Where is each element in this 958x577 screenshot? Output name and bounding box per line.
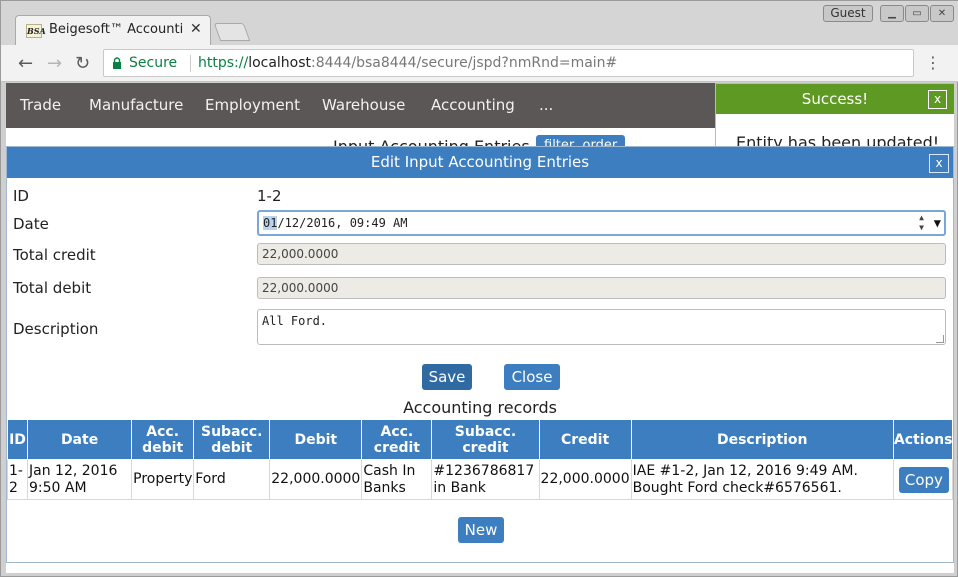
- url-host: localhost: [248, 55, 312, 71]
- date-rest: /12/2016, 09:49 AM: [277, 216, 408, 230]
- nav-item-accounting[interactable]: Accounting: [431, 96, 515, 114]
- cell-acc-debit: Property: [131, 459, 195, 500]
- date-spinner-icon[interactable]: ▲ ▼: [919, 213, 924, 233]
- cell-description: IAE #1-2, Jan 12, 2016 9:49 AM. Bought F…: [630, 459, 894, 500]
- nav-item-employment[interactable]: Employment: [205, 96, 300, 114]
- dialog-header: Edit Input Accounting Entries x: [7, 147, 953, 178]
- dialog-title: Edit Input Accounting Entries: [370, 153, 590, 171]
- cell-acc-credit: Cash In Banks: [361, 459, 433, 500]
- browser-menu-icon[interactable]: ⋮: [925, 53, 941, 72]
- url-path: :8444/bsa8444/secure/jspd?nmRnd=main#: [311, 55, 618, 71]
- cell-actions: Copy: [892, 459, 954, 500]
- web-page: Trade Manufacture Employment Warehouse A…: [6, 83, 954, 573]
- browser-window: BSA Beigesoft™ Accounti ✕ Guest ▁ ▭ ✕ ← …: [0, 0, 958, 577]
- favicon-icon: BSA: [26, 24, 46, 38]
- tab-strip: BSA Beigesoft™ Accounti ✕ Guest ▁ ▭ ✕: [1, 1, 958, 45]
- total-debit-label: Total debit: [13, 279, 92, 297]
- column-header: Subacc. debit: [193, 419, 271, 460]
- browser-tab[interactable]: BSA Beigesoft™ Accounti ✕: [15, 15, 211, 45]
- edit-dialog: Edit Input Accounting Entries x ID 1-2 D…: [6, 146, 954, 563]
- column-header: Acc. credit: [361, 419, 433, 460]
- nav-item-manufacture[interactable]: Manufacture: [89, 96, 183, 114]
- table-row: 1-2 Jan 12, 2016 9:50 AM Property Ford 2…: [6, 459, 954, 500]
- cell-credit: 22,000.0000: [538, 459, 632, 500]
- secure-label: Secure: [129, 55, 178, 71]
- reload-icon[interactable]: ↻: [75, 53, 90, 74]
- id-label: ID: [13, 187, 29, 205]
- description-textarea[interactable]: All Ford.: [257, 309, 946, 345]
- nav-item-more[interactable]: ...: [539, 96, 553, 114]
- records-table: ID Date Acc. debit Subacc. debit Debit A…: [6, 419, 954, 500]
- cell-debit: 22,000.0000: [269, 459, 363, 500]
- dialog-close-button[interactable]: x: [929, 154, 949, 173]
- back-arrow-icon[interactable]: ←: [18, 53, 33, 74]
- minimize-icon[interactable]: ▁: [880, 5, 904, 22]
- new-tab-button[interactable]: [213, 23, 251, 41]
- lock-icon: [113, 57, 121, 69]
- cell-date: Jan 12, 2016 9:50 AM: [27, 459, 133, 500]
- app-nav-bar: Trade Manufacture Employment Warehouse A…: [6, 83, 715, 128]
- tab-close-icon[interactable]: ✕: [190, 21, 202, 37]
- copy-button[interactable]: Copy: [898, 466, 949, 493]
- guest-profile-badge[interactable]: Guest: [823, 5, 873, 22]
- cell-subacc-credit: #1236786817 in Bank: [431, 459, 540, 500]
- new-record-button[interactable]: New: [458, 517, 504, 543]
- total-credit-field: 22,000.0000: [257, 243, 946, 265]
- description-label: Description: [13, 320, 99, 338]
- date-label: Date: [13, 215, 49, 233]
- cell-id: 1-2: [6, 459, 29, 500]
- nav-item-trade[interactable]: Trade: [20, 96, 61, 114]
- url-text[interactable]: https://localhost:8444/bsa8444/secure/js…: [198, 55, 617, 71]
- save-button[interactable]: Save: [422, 364, 472, 390]
- date-input[interactable]: 01/12/2016, 09:49 AM ▲ ▼ ▼: [257, 210, 946, 236]
- total-debit-field: 22,000.0000: [257, 277, 946, 299]
- window-close-icon[interactable]: ✕: [930, 5, 954, 22]
- column-header: Actions: [892, 419, 954, 460]
- column-header: Debit: [269, 419, 363, 460]
- column-header: Date: [27, 419, 133, 460]
- browser-toolbar: ← → ↻ Secure https://localhost:8444/bsa8…: [1, 45, 958, 82]
- toast-close-button[interactable]: x: [928, 90, 947, 109]
- table-header-row: ID Date Acc. debit Subacc. debit Debit A…: [6, 419, 954, 460]
- address-bar[interactable]: Secure https://localhost:8444/bsa8444/se…: [103, 49, 914, 77]
- nav-item-warehouse[interactable]: Warehouse: [322, 96, 405, 114]
- cell-subacc-debit: Ford: [193, 459, 271, 500]
- date-dropdown-icon[interactable]: ▼: [934, 212, 941, 234]
- column-header: Acc. debit: [131, 419, 195, 460]
- maximize-icon[interactable]: ▭: [905, 5, 929, 22]
- toast-title: Success!: [716, 84, 954, 114]
- tab-title: Beigesoft™ Accounti: [49, 22, 184, 37]
- records-title: Accounting records: [403, 398, 557, 417]
- close-button[interactable]: Close: [504, 364, 560, 390]
- column-header: Description: [630, 419, 894, 460]
- omnibox-divider: [190, 55, 191, 72]
- column-header: ID: [6, 419, 29, 460]
- total-credit-label: Total credit: [13, 246, 96, 264]
- date-month-segment[interactable]: 01: [263, 216, 278, 230]
- resize-grip-icon[interactable]: [936, 335, 944, 343]
- column-header: Credit: [538, 419, 632, 460]
- id-value: 1-2: [257, 187, 282, 205]
- description-text: All Ford.: [262, 314, 328, 328]
- column-header: Subacc. credit: [431, 419, 540, 460]
- url-scheme: https://: [198, 55, 249, 71]
- forward-arrow-icon[interactable]: →: [47, 53, 62, 74]
